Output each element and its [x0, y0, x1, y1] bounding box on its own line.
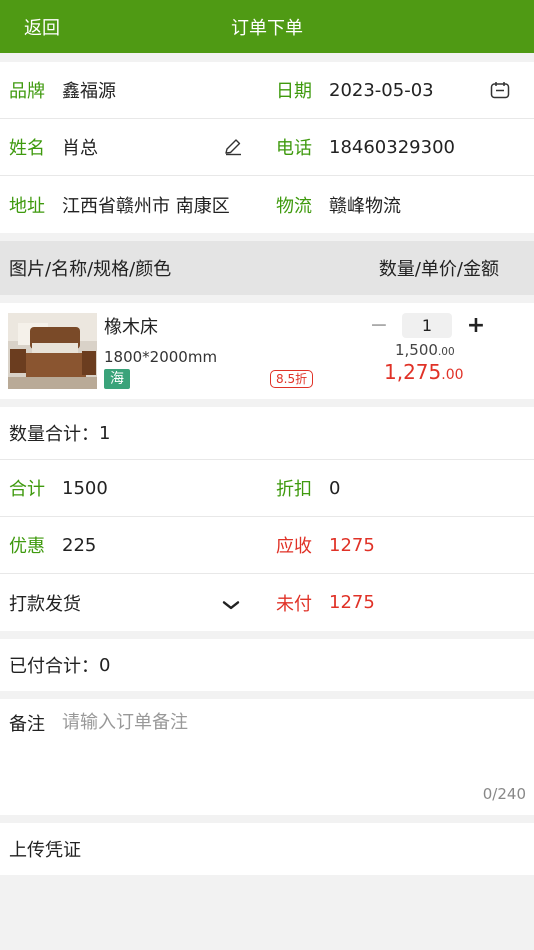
- calendar-icon[interactable]: [490, 81, 510, 99]
- back-button[interactable]: 返回: [24, 14, 60, 40]
- date-field[interactable]: 日期 2023-05-03: [267, 62, 534, 118]
- upload-voucher-label: 上传凭证: [9, 840, 81, 861]
- top-nav-bar: 返回 订单下单: [0, 0, 534, 53]
- address-value: 江西省赣州市 南康区: [62, 195, 230, 217]
- name-value: 肖总: [62, 138, 98, 159]
- info-row-address-logistics: 地址 江西省赣州市 南康区 物流 赣峰物流: [0, 176, 534, 233]
- date-label: 日期: [276, 81, 312, 102]
- date-value: 2023-05-03: [329, 79, 434, 101]
- address-field[interactable]: 地址 江西省赣州市 南康区: [0, 176, 267, 233]
- summary-card: 合计 1500 折扣 0 优惠 225 应收 1275 打款发货 未付 1275: [0, 459, 534, 631]
- paid-total-label: 已付合计：: [9, 656, 99, 677]
- upload-voucher-row[interactable]: 上传凭证: [0, 823, 534, 875]
- summary-row-promo-receivable: 优惠 225 应收 1275: [0, 517, 534, 574]
- page-title: 订单下单: [231, 17, 303, 39]
- address-label: 地址: [9, 195, 45, 217]
- discount-badge: 8.5折: [270, 370, 314, 388]
- unpaid-field: 未付 1275: [267, 574, 534, 631]
- promo-label: 优惠: [9, 536, 45, 557]
- discount-label: 折扣: [276, 479, 312, 500]
- summary-row-payment-unpaid: 打款发货 未付 1275: [0, 574, 534, 631]
- plus-icon[interactable]: +: [464, 313, 488, 338]
- discount-field[interactable]: 折扣 0: [267, 460, 534, 516]
- receivable-field: 应收 1275: [267, 517, 534, 573]
- name-field[interactable]: 姓名 肖总: [0, 119, 267, 175]
- remark-char-counter: 0/240: [482, 785, 526, 803]
- product-image[interactable]: [8, 313, 97, 389]
- minus-icon[interactable]: −: [368, 313, 390, 338]
- paid-total-value: 0: [99, 654, 111, 676]
- product-color-tag: 海: [104, 369, 130, 389]
- chevron-down-icon[interactable]: [222, 595, 240, 614]
- quantity-total-row: 数量合计： 1: [0, 407, 534, 459]
- logistics-label: 物流: [276, 195, 312, 217]
- info-row-brand-date: 品牌 鑫福源 日期 2023-05-03: [0, 62, 534, 119]
- unit-price-decimal: .00: [437, 346, 455, 358]
- amount-decimal: .00: [441, 367, 464, 383]
- quantity-input[interactable]: 1: [402, 313, 452, 338]
- product-name: 橡木床: [104, 317, 158, 338]
- remark-input[interactable]: [62, 708, 522, 778]
- unit-price-main: 1,500: [395, 341, 438, 359]
- product-spec: 1800*2000mm: [104, 348, 218, 366]
- paid-total-row: 已付合计： 0: [0, 639, 534, 691]
- table-header-right: 数量/单价/金额: [378, 259, 499, 280]
- summary-row-total-discount: 合计 1500 折扣 0: [0, 460, 534, 517]
- remark-label: 备注: [9, 714, 45, 735]
- quantity-total-label: 数量合计：: [9, 424, 99, 445]
- phone-value: 18460329300: [329, 136, 455, 158]
- order-info-card: 品牌 鑫福源 日期 2023-05-03 姓名 肖总 电话 1846032930…: [0, 62, 534, 233]
- brand-value: 鑫福源: [62, 81, 116, 102]
- phone-field[interactable]: 电话 18460329300: [267, 119, 534, 175]
- product-item: 橡木床 1800*2000mm 海 8.5折 − 1 + 1,500.00 1,…: [0, 303, 534, 399]
- line-amount: 1,275.00: [384, 360, 464, 384]
- receivable-value: 1275: [329, 534, 375, 556]
- payment-mode-select[interactable]: 打款发货: [0, 574, 267, 631]
- receivable-label: 应收: [276, 536, 312, 557]
- total-value: 1500: [62, 477, 108, 499]
- amount-main: 1,275: [384, 360, 442, 384]
- discount-value: 0: [329, 477, 341, 499]
- name-label: 姓名: [9, 138, 45, 159]
- logistics-value: 赣峰物流: [329, 195, 401, 217]
- unit-price: 1,500.00: [395, 341, 455, 359]
- promo-field[interactable]: 优惠 225: [0, 517, 267, 573]
- product-table-header: 图片/名称/规格/颜色 数量/单价/金额: [0, 241, 534, 295]
- table-header-left: 图片/名称/规格/颜色: [9, 259, 172, 280]
- payment-mode-value: 打款发货: [9, 593, 81, 615]
- unpaid-value: 1275: [329, 592, 375, 613]
- quantity-total-value: 1: [99, 422, 111, 444]
- total-field: 合计 1500: [0, 460, 267, 516]
- remark-section: 备注 0/240: [0, 699, 534, 815]
- quantity-stepper: − 1 +: [368, 313, 488, 338]
- info-row-name-phone: 姓名 肖总 电话 18460329300: [0, 119, 534, 176]
- edit-pen-icon[interactable]: [223, 138, 243, 156]
- unpaid-label: 未付: [276, 593, 312, 615]
- brand-label: 品牌: [9, 81, 45, 102]
- logistics-field[interactable]: 物流 赣峰物流: [267, 176, 534, 233]
- phone-label: 电话: [276, 138, 312, 159]
- total-label: 合计: [9, 479, 45, 500]
- brand-field[interactable]: 品牌 鑫福源: [0, 62, 267, 118]
- promo-value: 225: [62, 534, 97, 556]
